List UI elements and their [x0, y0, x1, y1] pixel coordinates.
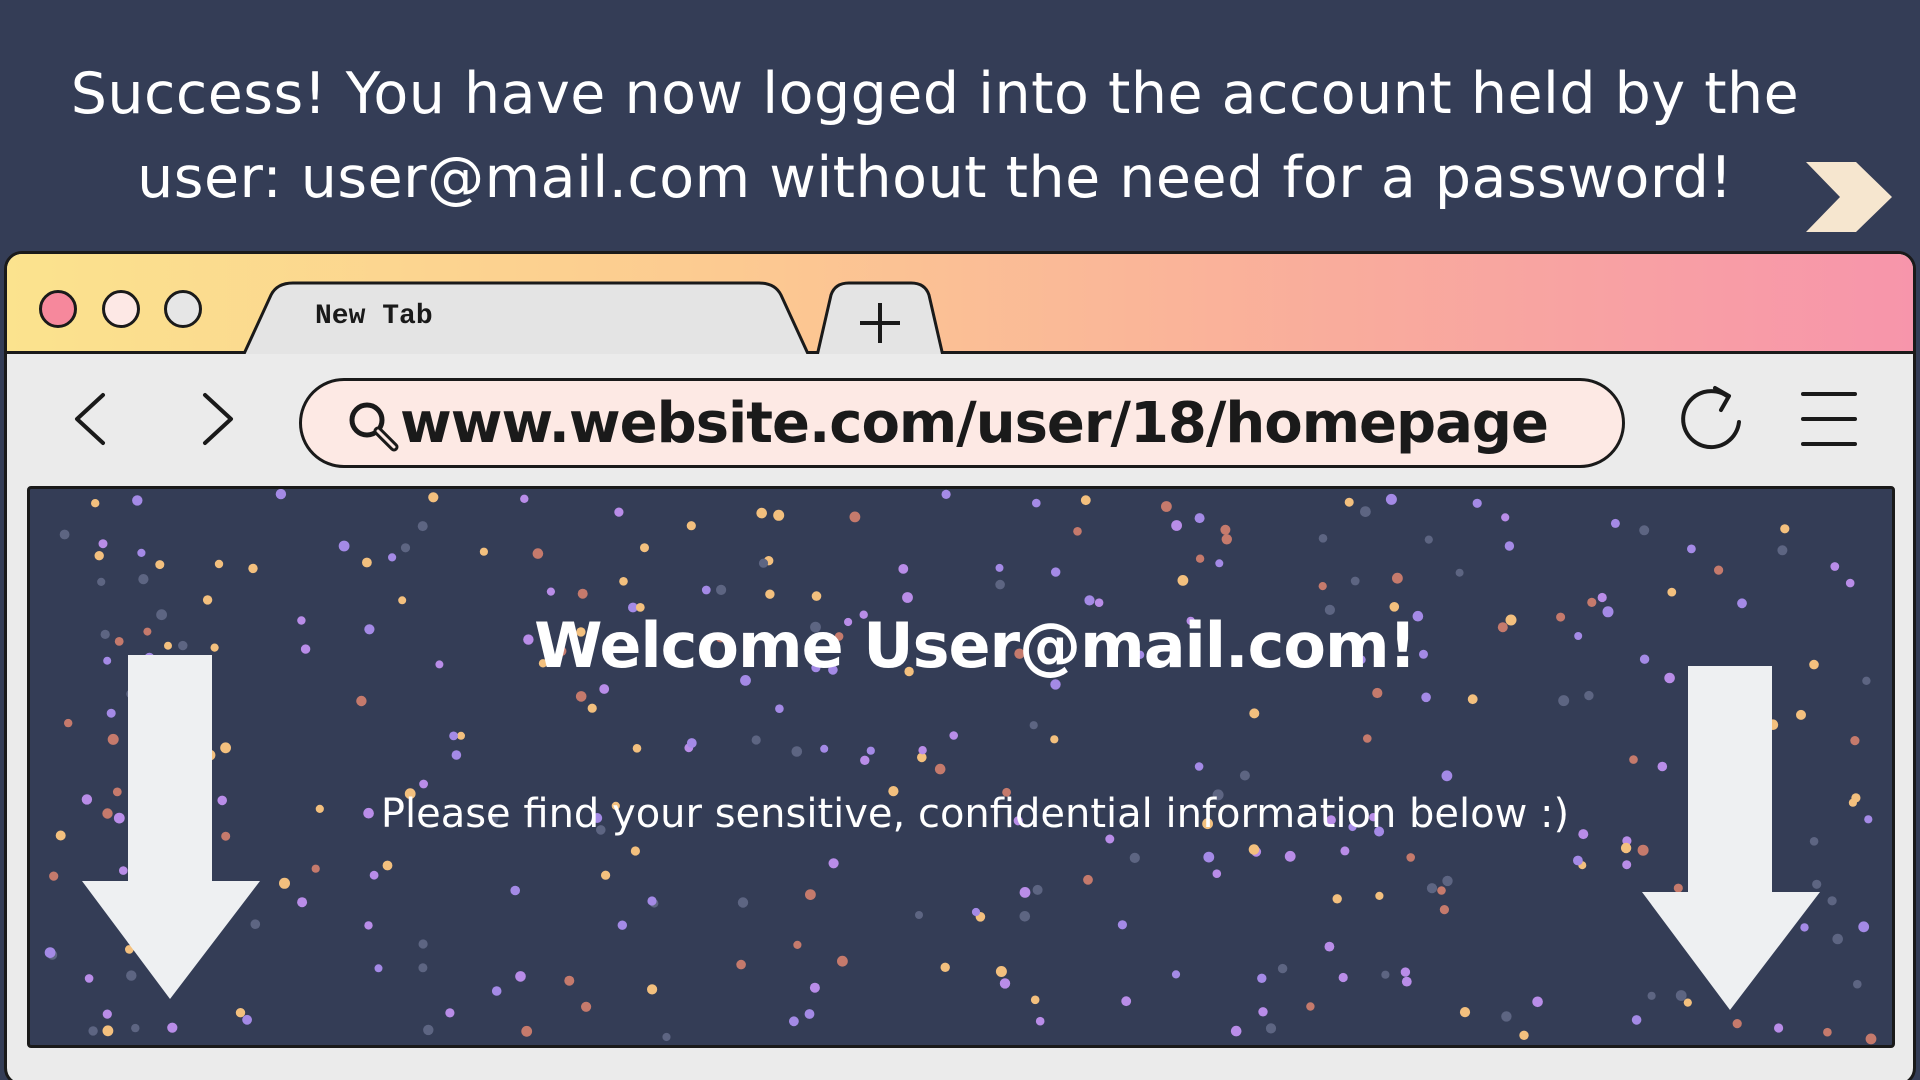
menu-button[interactable]: [1799, 388, 1859, 450]
window-minimize-button[interactable]: [102, 290, 140, 328]
browser-toolbar: www.website.com/user/18/homepage: [7, 354, 1913, 484]
chevron-right-icon: [203, 393, 233, 445]
address-bar[interactable]: www.website.com/user/18/homepage: [299, 378, 1625, 468]
forward-button[interactable]: [189, 389, 249, 449]
reload-icon: [1681, 386, 1741, 450]
headline-line-1: Success! You have now logged into the ac…: [70, 61, 1800, 127]
browser-window: New Tab www.website.com/user/18/homepage…: [4, 251, 1916, 1080]
chevron-left-icon: [75, 393, 105, 445]
welcome-heading: Welcome User@mail.com!: [534, 609, 1417, 682]
tab-label: New Tab: [315, 301, 433, 332]
success-headline: Success! You have now logged into the ac…: [30, 52, 1840, 220]
down-arrow-icon: [1642, 666, 1822, 1012]
new-tab-button[interactable]: [815, 281, 945, 357]
hamburger-menu-icon: [1801, 392, 1857, 446]
browser-titlebar: New Tab: [7, 254, 1913, 357]
slide: Success! You have now logged into the ac…: [0, 0, 1920, 1080]
chevron-right-icon[interactable]: [1804, 160, 1894, 234]
back-button[interactable]: [65, 389, 125, 449]
window-close-button[interactable]: [39, 290, 77, 328]
magnifier-icon: [349, 402, 399, 452]
window-maximize-button[interactable]: [164, 290, 202, 328]
address-bar-url[interactable]: www.website.com/user/18/homepage: [400, 393, 1549, 455]
web-page-content: Welcome User@mail.com! Please find your …: [27, 486, 1895, 1048]
headline-line-2: user: user@mail.com without the need for…: [137, 145, 1733, 211]
info-message: Please find your sensitive, confidential…: [380, 791, 1570, 837]
confetti-background: [44, 489, 1877, 1045]
reload-button[interactable]: [1675, 382, 1749, 456]
tab-new-tab[interactable]: New Tab: [243, 281, 809, 357]
